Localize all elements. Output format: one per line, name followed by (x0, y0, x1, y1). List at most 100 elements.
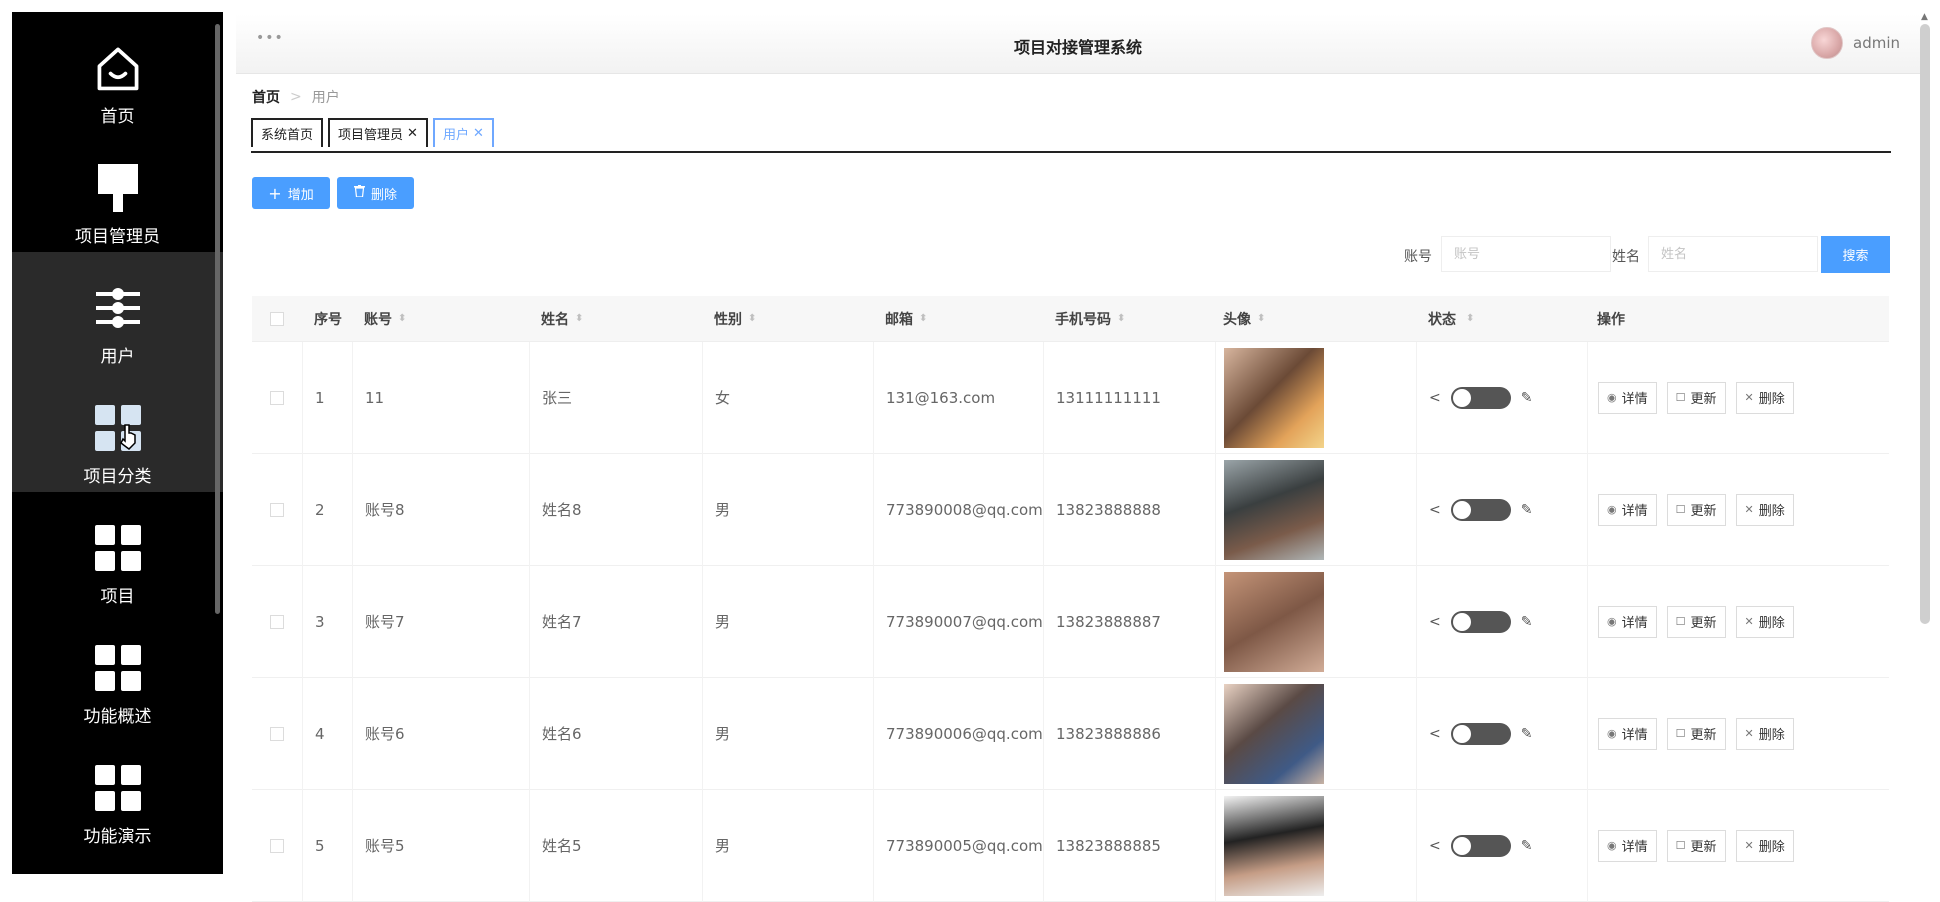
row-checkbox[interactable] (270, 726, 284, 741)
column-header[interactable]: 邮箱 ⬍ (873, 296, 1043, 342)
table-row: 4 账号6 姓名6 男 773890006@qq.com 13823888886… (252, 677, 1889, 790)
update-button[interactable]: ☐ 更新 (1666, 605, 1726, 638)
avatar-image[interactable] (1224, 571, 1324, 672)
cell-status: < ✎ (1416, 341, 1587, 454)
row-checkbox[interactable] (270, 502, 284, 517)
row-checkbox-cell[interactable] (252, 454, 302, 566)
user-name[interactable]: admin (1853, 34, 1900, 52)
detail-button[interactable]: ◉ 详情 (1598, 493, 1657, 526)
avatar-image[interactable] (1224, 795, 1324, 896)
sort-icon[interactable]: ⬍ (1117, 313, 1125, 324)
column-header[interactable]: 姓名 ⬍ (529, 296, 702, 342)
sidebar-item-project-admin[interactable]: 项目管理员 (12, 132, 223, 252)
page-scrollbar[interactable] (1920, 24, 1930, 624)
status-toggle[interactable] (1450, 498, 1511, 521)
row-delete-button[interactable]: ✕ 删除 (1735, 717, 1794, 750)
search-button[interactable]: 搜索 (1821, 236, 1890, 273)
cell-email: 773890006@qq.com (873, 677, 1043, 790)
sort-icon[interactable]: ⬍ (748, 313, 756, 324)
cell-avatar (1215, 677, 1416, 790)
sidebar-item-users[interactable]: 用户 (12, 252, 223, 372)
avatar-image[interactable] (1224, 683, 1324, 784)
row-delete-button[interactable]: ✕ 删除 (1735, 829, 1794, 862)
column-header[interactable]: 性别 ⬍ (702, 296, 873, 342)
toggle-knob (1452, 836, 1471, 855)
detail-button[interactable]: ◉ 详情 (1598, 605, 1657, 638)
tab-users[interactable]: 用户 ✕ (432, 118, 494, 147)
cell-index: 1 (302, 341, 352, 454)
sidebar-item-label: 用户 (100, 347, 135, 367)
name-search-input[interactable] (1648, 236, 1818, 272)
scroll-up-arrow-icon[interactable]: ▲ (1921, 12, 1928, 22)
close-icon[interactable]: ✕ (407, 126, 418, 141)
sort-icon[interactable]: ⬍ (1466, 313, 1474, 324)
row-checkbox[interactable] (270, 390, 284, 405)
cell-name: 姓名8 (529, 453, 702, 566)
avatar[interactable] (1811, 27, 1843, 59)
cell-phone: 13823888885 (1043, 789, 1215, 902)
user-menu[interactable]: admin (1811, 27, 1900, 59)
row-checkbox-cell[interactable] (252, 566, 302, 678)
avatar-image[interactable] (1224, 459, 1324, 560)
row-checkbox-cell[interactable] (252, 342, 302, 454)
cell-status: < ✎ (1416, 565, 1587, 678)
column-header[interactable]: 手机号码 ⬍ (1043, 296, 1215, 342)
cell-avatar (1215, 341, 1416, 454)
row-delete-button[interactable]: ✕ 删除 (1735, 493, 1794, 526)
column-header[interactable]: 状态 ⬍ (1416, 296, 1587, 342)
cell-phone: 13823888887 (1043, 565, 1215, 678)
detail-button[interactable]: ◉ 详情 (1598, 717, 1657, 750)
column-label: 头像 (1223, 311, 1251, 328)
delete-label: 删除 (1758, 616, 1785, 631)
delete-button[interactable]: 删除 (337, 177, 414, 209)
close-icon[interactable]: ✕ (473, 126, 484, 141)
tab-system-home[interactable]: 系统首页 (251, 118, 324, 147)
avatar-image[interactable] (1224, 347, 1324, 448)
sidebar-item-overview[interactable]: 功能概述 (12, 612, 223, 732)
account-search-input[interactable] (1441, 236, 1611, 272)
tab-project-admin[interactable]: 项目管理员 ✕ (328, 118, 428, 147)
column-header[interactable]: 账号 ⬍ (352, 296, 529, 342)
row-checkbox-cell[interactable] (252, 790, 302, 902)
eye-icon: ◉ (1607, 391, 1617, 404)
update-button[interactable]: ☐ 更新 (1666, 381, 1726, 414)
row-delete-button[interactable]: ✕ 删除 (1735, 605, 1794, 638)
edit-icon: ✎ (1520, 837, 1533, 854)
sidebar-item-project-category[interactable]: 项目分类 (12, 372, 223, 492)
sidebar-item-projects[interactable]: 项目 (12, 492, 223, 612)
share-icon: < (1429, 613, 1441, 630)
update-button[interactable]: ☐ 更新 (1666, 829, 1726, 862)
toggle-knob (1452, 724, 1471, 743)
sort-icon[interactable]: ⬍ (919, 313, 927, 324)
select-all-checkbox-cell[interactable] (252, 296, 302, 342)
row-delete-button[interactable]: ✕ 删除 (1735, 381, 1794, 414)
cell-account: 账号5 (352, 789, 529, 902)
select-all-checkbox[interactable] (270, 311, 284, 326)
add-button[interactable]: + 增加 (252, 177, 330, 209)
detail-button[interactable]: ◉ 详情 (1598, 829, 1657, 862)
status-toggle[interactable] (1450, 610, 1511, 633)
detail-label: 详情 (1621, 728, 1648, 743)
row-checkbox[interactable] (270, 614, 284, 629)
sort-icon[interactable]: ⬍ (398, 313, 406, 324)
status-toggle[interactable] (1450, 722, 1511, 745)
row-checkbox[interactable] (270, 838, 284, 853)
status-toggle[interactable] (1450, 386, 1511, 409)
update-button[interactable]: ☐ 更新 (1666, 717, 1726, 750)
table-row: 5 账号5 姓名5 男 773890005@qq.com 13823888885… (252, 789, 1889, 902)
sort-icon[interactable]: ⬍ (1257, 313, 1265, 324)
sidebar-item-home[interactable]: 首页 (12, 12, 223, 132)
status-toggle[interactable] (1450, 834, 1511, 857)
sort-icon[interactable]: ⬍ (575, 313, 583, 324)
sidebar-scrollbar[interactable] (215, 24, 220, 614)
close-icon: ✕ (1744, 839, 1754, 852)
edit-box-icon: ☐ (1675, 727, 1686, 740)
column-header[interactable]: 头像 ⬍ (1215, 296, 1416, 342)
detail-button[interactable]: ◉ 详情 (1598, 381, 1657, 414)
row-checkbox-cell[interactable] (252, 678, 302, 790)
sidebar-item-demo[interactable]: 功能演示 (12, 732, 223, 874)
breadcrumb-home[interactable]: 首页 (252, 87, 280, 107)
update-button[interactable]: ☐ 更新 (1666, 493, 1726, 526)
cell-status: < ✎ (1416, 677, 1587, 790)
cell-sex: 男 (702, 565, 873, 678)
